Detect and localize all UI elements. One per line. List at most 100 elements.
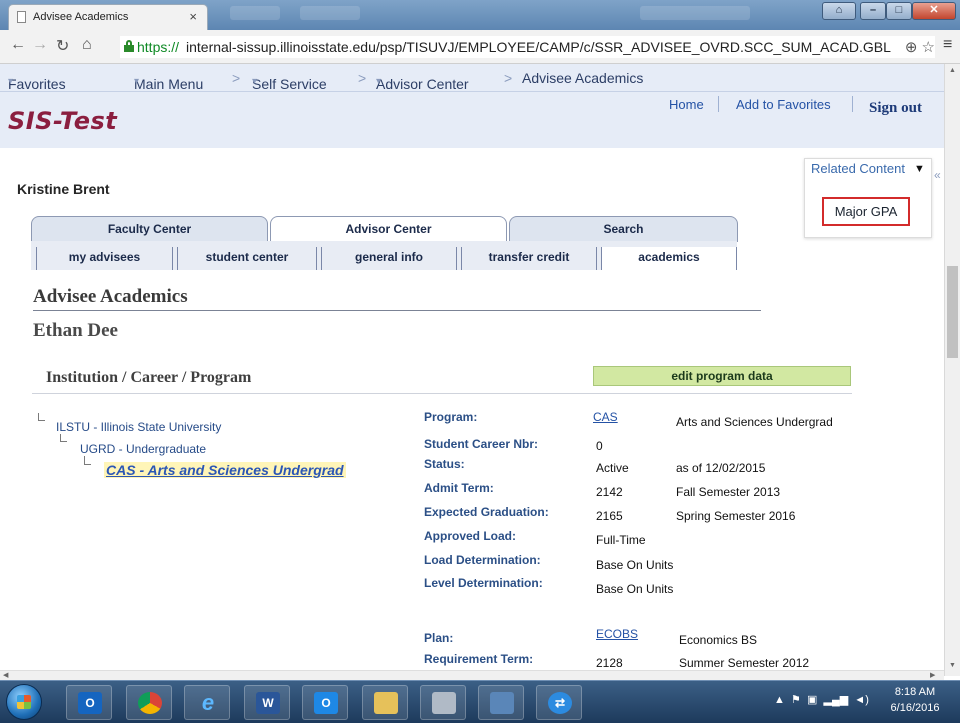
window-close-icon[interactable]: ✕ (912, 2, 956, 20)
divider (33, 310, 761, 311)
system-tray-icons[interactable]: ▲ ⚑ ▣ ▂▄▆ ◄) (774, 693, 869, 706)
clock[interactable]: 8:18 AM 6/16/2016 (880, 684, 950, 716)
browser-tab[interactable]: Advisee Academics × (8, 4, 208, 30)
browser-menu-icon[interactable]: ≡ (943, 36, 952, 54)
logo: SIS-Test (8, 107, 118, 135)
tree-connector (60, 434, 67, 442)
expected-graduation-label: Expected Graduation: (424, 505, 549, 519)
tree-item-career[interactable]: UGRD - Undergraduate (80, 442, 206, 456)
tree-item-institution[interactable]: ILSTU - Illinois State University (56, 420, 221, 434)
requirement-term-code: 2128 (596, 656, 623, 670)
approved-load-value: Full-Time (596, 533, 646, 547)
tree-connector (38, 413, 45, 421)
back-icon[interactable]: ← (10, 36, 26, 54)
blurred-region (640, 6, 750, 20)
outlook-alt-taskbar-icon[interactable]: O (302, 685, 348, 720)
horizontal-scrollbar[interactable]: ◀ ▶ (0, 670, 944, 680)
expected-graduation-description: Spring Semester 2016 (676, 509, 796, 523)
url-scheme: https:// (137, 39, 180, 55)
internet-explorer-taskbar-icon[interactable]: e (184, 685, 230, 720)
tab-transfer-credit[interactable]: transfer credit (461, 247, 597, 270)
related-content-panel: Related Content ▼ Major GPA (804, 158, 932, 238)
admit-term-code: 2142 (596, 485, 623, 499)
bookmark-star-icon[interactable]: ⊕ ☆ (905, 38, 935, 56)
admit-term-description: Fall Semester 2013 (676, 485, 781, 499)
minimize-icon[interactable]: – (860, 2, 886, 20)
career-nbr-label: Student Career Nbr: (424, 437, 539, 451)
blurred-region (230, 6, 280, 20)
section-title: Institution / Career / Program (46, 369, 252, 386)
breadcrumb-separator: > (232, 70, 241, 86)
scroll-right-icon[interactable]: ▶ (930, 671, 935, 679)
related-content-menu[interactable]: Related Content (811, 161, 905, 176)
tab-academics[interactable]: academics (601, 247, 737, 270)
advisee-name: Ethan Dee (33, 320, 118, 341)
breadcrumb-current: Advisee Academics (522, 70, 644, 86)
lock-icon (124, 40, 134, 52)
outlook-taskbar-icon[interactable]: O (66, 685, 112, 720)
section-header: Institution / Career / Program edit prog… (32, 364, 852, 394)
scroll-down-icon[interactable]: ▼ (949, 662, 956, 669)
page-header: SIS-Test Home Add to Favorites Sign out (0, 92, 944, 148)
notepad-taskbar-icon[interactable] (478, 685, 524, 720)
scroll-left-icon[interactable]: ◀ (3, 671, 8, 679)
breadcrumb-separator: > (358, 70, 367, 86)
document-icon (17, 11, 26, 23)
word-taskbar-icon[interactable]: W (244, 685, 290, 720)
browser-titlebar: Advisee Academics × ⌂ – □ ✕ (0, 0, 960, 30)
home-icon[interactable]: ⌂ (82, 36, 92, 54)
program-description: Arts and Sciences Undergrad (676, 415, 833, 429)
program-code-link[interactable]: CAS (593, 410, 618, 424)
requirement-term-label: Requirement Term: (424, 652, 534, 666)
tab-student-center[interactable]: student center (177, 247, 317, 270)
status-label: Status: (424, 457, 465, 471)
url-field[interactable]: https:// internal-sissup.illinoisstate.e… (120, 36, 935, 58)
collapse-icon[interactable]: « (934, 168, 941, 182)
vertical-scrollbar[interactable]: ▲ ▼ (944, 64, 960, 676)
file-explorer-taskbar-icon[interactable] (362, 685, 408, 720)
load-determination-value: Base On Units (596, 558, 674, 572)
plan-code-link[interactable]: ECOBS (596, 627, 638, 641)
edit-program-data-button[interactable]: edit program data (593, 366, 851, 386)
advisor-name: Kristine Brent (17, 181, 110, 197)
home-link[interactable]: Home (669, 97, 704, 112)
level-determination-label: Level Determination: (424, 576, 543, 590)
expected-graduation-code: 2165 (596, 509, 623, 523)
tab-advisor-center[interactable]: Advisor Center (270, 216, 507, 242)
taskbar: O e W O ⇄ ▲ ⚑ ▣ ▂▄▆ ◄) 8:18 AM 6/16/2016 (0, 680, 960, 723)
tab-faculty-center[interactable]: Faculty Center (31, 216, 268, 242)
plan-description: Economics BS (679, 633, 758, 647)
chrome-taskbar-icon[interactable] (126, 685, 172, 720)
scroll-up-icon[interactable]: ▲ (949, 67, 956, 74)
load-determination-label: Load Determination: (424, 553, 541, 567)
requirement-term-description: Summer Semester 2012 (679, 656, 810, 670)
tree-item-program[interactable]: CAS - Arts and Sciences Undergrad (104, 462, 346, 478)
major-gpa-link[interactable]: Major GPA (822, 197, 910, 226)
scroll-thumb[interactable] (947, 266, 958, 358)
add-to-favorites-link[interactable]: Add to Favorites (736, 97, 831, 112)
reload-icon[interactable]: ↻ (56, 36, 69, 56)
sign-out-link[interactable]: Sign out (869, 100, 922, 117)
status-date: as of 12/02/2015 (676, 461, 766, 475)
tab-search[interactable]: Search (509, 216, 738, 242)
divider (852, 96, 853, 112)
breadcrumb-separator: > (504, 70, 513, 86)
breadcrumb: Favorites ▾ Main Menu ▾ > Self Service ▾… (0, 64, 944, 92)
tab-my-advisees[interactable]: my advisees (36, 247, 173, 270)
tab-general-info[interactable]: general info (321, 247, 457, 270)
level-determination-value: Base On Units (596, 582, 674, 596)
teamviewer-taskbar-icon[interactable]: ⇄ (536, 685, 582, 720)
user-profile-icon[interactable]: ⌂ (822, 2, 856, 20)
career-nbr-value: 0 (596, 439, 603, 453)
status-value: Active (596, 461, 629, 475)
calculator-taskbar-icon[interactable] (420, 685, 466, 720)
caret-down-icon[interactable]: ▼ (914, 163, 925, 175)
forward-icon[interactable]: → (32, 36, 48, 54)
admit-term-label: Admit Term: (424, 481, 494, 495)
start-button[interactable] (6, 684, 42, 720)
tab-close-icon[interactable]: × (189, 9, 197, 24)
clock-date: 6/16/2016 (890, 702, 940, 714)
plan-label: Plan: (424, 631, 454, 645)
address-bar: ← → ↻ ⌂ https:// internal-sissup.illinoi… (0, 30, 960, 64)
maximize-icon[interactable]: □ (886, 2, 912, 20)
